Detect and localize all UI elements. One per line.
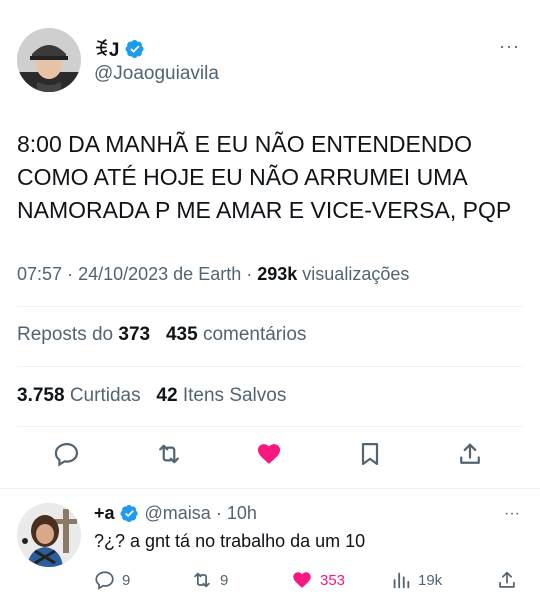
avatar-image (17, 503, 81, 567)
tweet-time[interactable]: 07:57 (17, 264, 62, 284)
verified-badge-icon (120, 504, 140, 524)
tweet-actions (0, 436, 540, 476)
reply-replies-count: 9 (122, 571, 131, 589)
reply-icon (95, 571, 114, 590)
reply-reply-button[interactable]: 9 (94, 569, 130, 591)
reply-icon[interactable] (49, 436, 85, 472)
reply-text: ?¿? a gnt tá no trabalho da um 10 (94, 531, 366, 551)
reply-display-name[interactable]: +a (94, 503, 115, 524)
reply-time[interactable]: 10h (227, 503, 257, 524)
like-icon[interactable] (251, 436, 287, 472)
tweet-date[interactable]: 24/10/2023 (78, 264, 168, 284)
verified-badge-icon (125, 39, 145, 59)
reply-header: +a @maisa · 10h (94, 503, 257, 524)
divider (17, 426, 523, 427)
likes-count[interactable]: 3.758 (17, 385, 65, 406)
reply-actions: 9 9 353 19k (94, 569, 524, 591)
views-icon (393, 572, 410, 589)
saves-label[interactable]: Itens Salvos (183, 385, 287, 406)
reply-views-button[interactable]: 19k (390, 569, 442, 591)
tweet-text: 8:00 DA MANHÃ E EU NÃO ENTENDENDO COMO A… (17, 131, 512, 223)
reposts-label[interactable]: Reposts do (17, 324, 113, 345)
bookmark-icon[interactable] (352, 436, 388, 472)
likes-saves-row: 3.758 Curtidas 42 Itens Salvos (17, 385, 286, 407)
meta-separator: · (67, 264, 79, 284)
avatar-image (17, 28, 81, 92)
tweet-source: de Earth (173, 264, 242, 284)
reposts-count[interactable]: 373 (118, 324, 150, 345)
reply-more-options-icon[interactable]: ··· (504, 505, 520, 523)
tweet-meta: 07:57 · 24/10/2023 de Earth · 293k visua… (17, 264, 409, 285)
reposts-comments-row: Reposts do 373 435 comentários (17, 324, 306, 346)
reply-like-button[interactable]: 353 (290, 569, 345, 591)
saves-count[interactable]: 42 (156, 385, 177, 406)
divider (17, 366, 523, 367)
author-name-row: ꉂJ (94, 36, 145, 62)
more-options-icon[interactable]: ··· (499, 36, 520, 57)
reply-likes-count: 353 (320, 571, 346, 589)
reply-reposts-count: 9 (220, 571, 229, 589)
comments-label[interactable]: comentários (203, 324, 307, 345)
reply-tweet[interactable]: +a @maisa · 10h ··· ?¿? a gnt tá no trab… (0, 488, 540, 599)
share-icon[interactable] (452, 436, 488, 472)
views-count: 293k (257, 264, 298, 284)
author-display-name[interactable]: ꉂJ (94, 36, 119, 62)
reply-share-button[interactable] (496, 569, 518, 591)
reply-handle[interactable]: @maisa (145, 503, 211, 524)
repost-icon[interactable] (151, 436, 187, 472)
meta-separator: · (246, 264, 258, 284)
author-avatar[interactable] (17, 28, 81, 92)
reply-avatar[interactable] (17, 503, 81, 567)
reply-repost-button[interactable]: 9 (190, 569, 228, 591)
reply-dot: · (215, 503, 222, 523)
views-label: visualizações (302, 264, 410, 284)
reply-views-count: 19k (418, 571, 443, 589)
divider (17, 306, 523, 307)
comments-count[interactable]: 435 (166, 324, 198, 345)
repost-icon (194, 572, 210, 588)
likes-label[interactable]: Curtidas (70, 385, 141, 406)
like-icon (293, 572, 311, 588)
author-handle[interactable]: @Joaoguiavila (94, 63, 219, 85)
share-icon (499, 571, 515, 588)
